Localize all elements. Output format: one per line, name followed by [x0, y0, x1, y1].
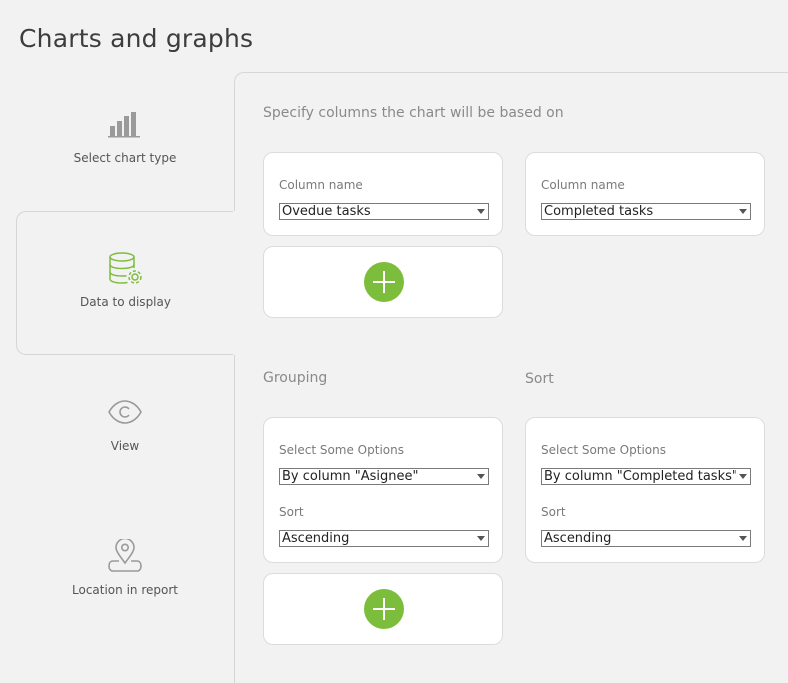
column-name-value: Ovedue tasks — [282, 204, 371, 219]
sidebar-step-label: Data to display — [80, 295, 171, 309]
plus-icon — [373, 271, 395, 293]
column-name-label: Column name — [279, 178, 363, 192]
column-card: Column name Completed tasks — [525, 152, 765, 236]
add-grouping-button[interactable] — [364, 589, 404, 629]
map-pin-icon — [16, 539, 234, 573]
grouping-options-label: Select Some Options — [279, 443, 404, 457]
grouping-card: Select Some Options By column "Asignee" … — [263, 417, 503, 563]
page-title: Charts and graphs — [19, 24, 254, 53]
sidebar-step-label: Location in report — [72, 583, 178, 597]
eye-icon — [16, 399, 234, 425]
sort-order-select[interactable]: Ascending — [541, 530, 751, 547]
sort-column-value: By column "Completed tasks" by — [544, 469, 751, 484]
grouping-column-value: By column "Asignee" — [282, 469, 419, 484]
grouping-heading: Grouping — [263, 370, 328, 386]
sort-column-select[interactable]: By column "Completed tasks" by — [541, 468, 751, 485]
sort-heading: Sort — [525, 371, 554, 387]
sort-card: Select Some Options By column "Completed… — [525, 417, 765, 563]
sort-order-value: Ascending — [544, 531, 612, 546]
chevron-down-icon — [474, 531, 488, 546]
sidebar-step-view[interactable]: View — [16, 355, 234, 498]
grouping-sort-value: Ascending — [282, 531, 350, 546]
grouping-sort-select[interactable]: Ascending — [279, 530, 489, 547]
chevron-down-icon — [736, 531, 750, 546]
column-card: Column name Ovedue tasks — [263, 152, 503, 236]
chevron-down-icon — [474, 204, 488, 219]
chevron-down-icon — [736, 469, 750, 484]
database-gear-icon — [17, 252, 234, 286]
sidebar-step-select-chart-type[interactable]: Select chart type — [16, 70, 234, 213]
sort-options-label: Select Some Options — [541, 443, 666, 457]
add-column-button[interactable] — [364, 262, 404, 302]
column-name-select[interactable]: Ovedue tasks — [279, 203, 489, 220]
sidebar-step-label: Select chart type — [73, 151, 177, 165]
sidebar-step-data-to-display[interactable]: Data to display — [16, 211, 235, 355]
bar-chart-icon — [16, 110, 234, 138]
column-name-label: Column name — [541, 178, 625, 192]
column-name-value: Completed tasks — [544, 204, 654, 219]
sidebar-step-location-in-report[interactable]: Location in report — [16, 499, 234, 642]
columns-heading: Specify columns the chart will be based … — [263, 105, 564, 121]
grouping-sort-label: Sort — [279, 505, 304, 519]
chevron-down-icon — [736, 204, 750, 219]
grouping-column-select[interactable]: By column "Asignee" — [279, 468, 489, 485]
sort-order-label: Sort — [541, 505, 566, 519]
add-column-card — [263, 246, 503, 318]
column-name-select[interactable]: Completed tasks — [541, 203, 751, 220]
plus-icon — [373, 598, 395, 620]
chevron-down-icon — [474, 469, 488, 484]
add-grouping-card — [263, 573, 503, 645]
sidebar-step-label: View — [110, 439, 140, 453]
